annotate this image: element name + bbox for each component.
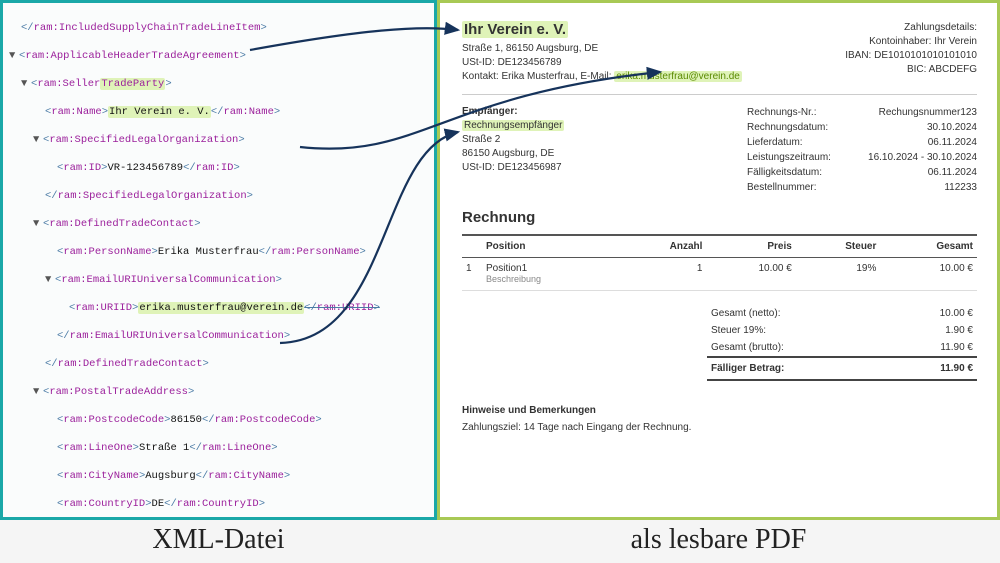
pdf-payment-title: Zahlungsdetails: <box>845 21 977 35</box>
pdf-invoice-title: Rechnung <box>462 209 977 226</box>
xml-seller-name: Ihr Verein e. V. <box>108 106 211 118</box>
xml-seller-email: erika.musterfrau@verein.de <box>138 302 304 314</box>
label-pdf: als lesbare PDF <box>437 520 1000 563</box>
pdf-recipient-title: Empfänger: <box>462 105 564 119</box>
xml-panel: </ram:IncludedSupplyChainTradeLineItem> … <box>0 0 437 520</box>
label-xml: XML-Datei <box>0 520 437 563</box>
pdf-recipient-name: Rechnungsempfänger <box>462 120 564 131</box>
pdf-sender-email: erika.musterfrau@verein.de <box>614 71 742 82</box>
pdf-panel: Ihr Verein e. V. Straße 1, 86150 Augsbur… <box>437 0 1000 520</box>
pdf-sender-name: Ihr Verein e. V. <box>462 21 568 38</box>
pdf-items-table: Position Anzahl Preis Steuer Gesamt 1 Po… <box>462 234 977 291</box>
pdf-sender-addr: Straße 1, 86150 Augsburg, DE <box>462 42 742 56</box>
table-row: 1 Position1Beschreibung 1 10.00 € 19% 10… <box>462 258 977 291</box>
pdf-notes-text: Zahlungsziel: 14 Tage nach Eingang der R… <box>462 422 977 433</box>
pdf-notes-title: Hinweise und Bemerkungen <box>462 405 977 416</box>
